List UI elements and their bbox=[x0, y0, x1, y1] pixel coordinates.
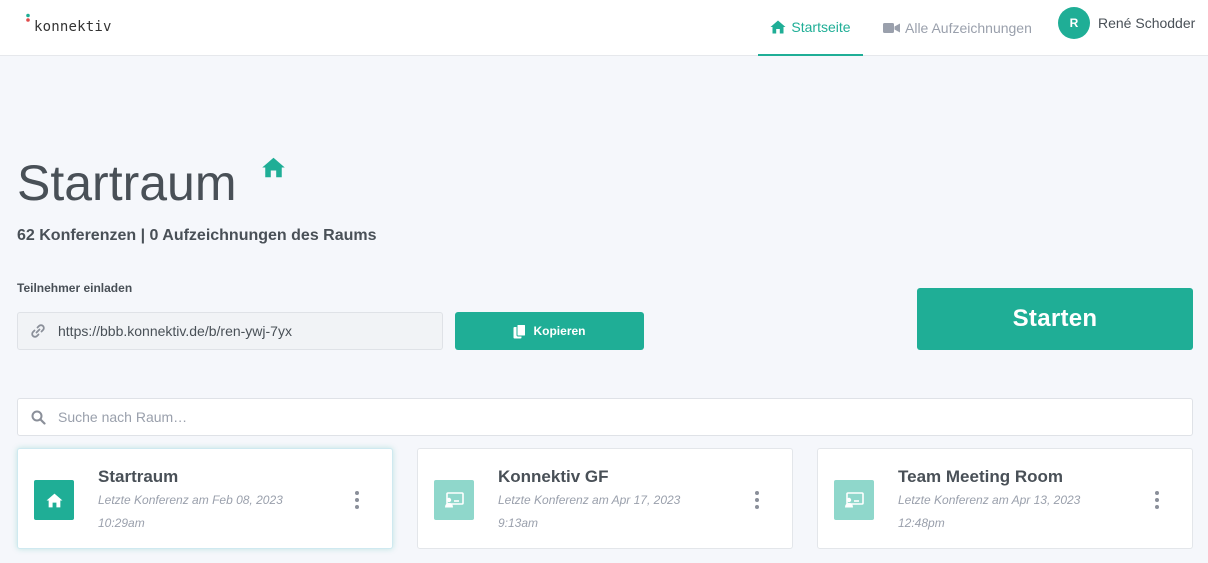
home-icon bbox=[770, 20, 786, 34]
home-icon bbox=[46, 493, 62, 507]
room-stats: 62 Konferenzen | 0 Aufzeichnungen des Ra… bbox=[17, 227, 377, 244]
search-input[interactable] bbox=[58, 409, 1058, 425]
link-icon bbox=[30, 323, 46, 339]
room-card[interactable]: Team Meeting Room Letzte Konferenz am Ap… bbox=[817, 448, 1193, 549]
top-navbar: konnektiv Startseite Alle Aufzeichnungen… bbox=[0, 0, 1208, 56]
video-camera-icon bbox=[883, 23, 900, 33]
copy-button[interactable]: Kopieren bbox=[455, 312, 644, 350]
user-menu[interactable]: R René Schodder bbox=[1058, 7, 1195, 39]
home-room-icon bbox=[262, 157, 285, 178]
start-button-label: Starten bbox=[1012, 305, 1098, 332]
room-last-conference: Letzte Konferenz am Apr 17, 2023 9:13am bbox=[498, 489, 708, 535]
room-last-date: Letzte Konferenz am Apr 17, 2023 bbox=[498, 493, 681, 507]
room-name: Team Meeting Room bbox=[898, 467, 1063, 486]
search-icon bbox=[31, 410, 46, 425]
konnektiv-logo[interactable]: konnektiv bbox=[25, 13, 112, 35]
nav-alle-aufzeichnungen[interactable]: Alle Aufzeichnungen bbox=[883, 0, 1032, 56]
start-button[interactable]: Starten bbox=[917, 288, 1193, 350]
room-icon bbox=[834, 480, 874, 520]
invite-url-field[interactable] bbox=[17, 312, 443, 350]
user-name[interactable]: René Schodder bbox=[1098, 15, 1195, 31]
nav-alle-aufzeichnungen-label: Alle Aufzeichnungen bbox=[905, 20, 1032, 36]
room-card[interactable]: Konnektiv GF Letzte Konferenz am Apr 17,… bbox=[417, 448, 793, 549]
room-options-icon[interactable] bbox=[352, 491, 362, 509]
room-last-conference: Letzte Konferenz am Apr 13, 2023 12:48pm bbox=[898, 489, 1108, 535]
room-icon bbox=[434, 480, 474, 520]
room-last-time: 12:48pm bbox=[898, 516, 945, 530]
room-name: Konnektiv GF bbox=[498, 467, 609, 486]
presentation-icon bbox=[445, 492, 464, 508]
room-icon bbox=[34, 480, 74, 520]
nav-startseite-label: Startseite bbox=[791, 19, 851, 35]
avatar[interactable]: R bbox=[1058, 7, 1090, 39]
invite-label: Teilnehmer einladen bbox=[17, 281, 133, 295]
room-last-date: Letzte Konferenz am Feb 08, 2023 bbox=[98, 493, 283, 507]
room-last-time: 10:29am bbox=[98, 516, 145, 530]
room-card[interactable]: Startraum Letzte Konferenz am Feb 08, 20… bbox=[17, 448, 393, 549]
room-search[interactable] bbox=[17, 398, 1193, 436]
logo-dots-icon bbox=[26, 13, 30, 22]
nav-startseite[interactable]: Startseite bbox=[758, 0, 863, 56]
copy-button-label: Kopieren bbox=[533, 324, 586, 338]
room-options-icon[interactable] bbox=[1152, 491, 1162, 509]
room-last-conference: Letzte Konferenz am Feb 08, 2023 10:29am bbox=[98, 489, 308, 535]
logo-text: konnektiv bbox=[34, 19, 112, 35]
presentation-icon bbox=[845, 492, 864, 508]
room-last-time: 9:13am bbox=[498, 516, 539, 530]
room-name: Startraum bbox=[98, 467, 179, 486]
page-title: Startraum bbox=[17, 155, 237, 211]
room-options-icon[interactable] bbox=[752, 491, 762, 509]
room-last-date: Letzte Konferenz am Apr 13, 2023 bbox=[898, 493, 1081, 507]
copy-icon bbox=[513, 323, 527, 338]
invite-url-input[interactable] bbox=[58, 323, 418, 339]
